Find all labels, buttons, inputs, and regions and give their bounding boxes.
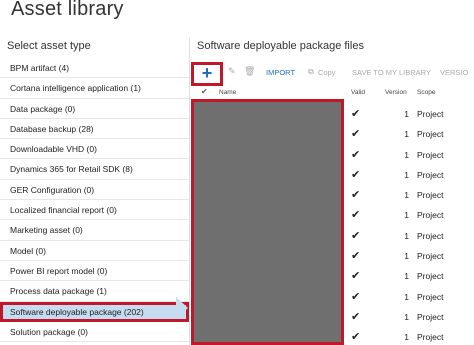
asset-type-item[interactable]: Process data package (1) [0,281,189,302]
column-header-version[interactable]: Version [385,89,407,96]
asset-type-item[interactable]: Cortana intelligence application (1) [0,78,189,99]
version-cell: 1 [404,291,409,302]
copy-icon: ⧉ [308,67,314,76]
asset-type-item[interactable]: Dynamics 365 for Retail SDK (8) [0,159,189,180]
table-row[interactable]: ✔ 1 Project [344,226,474,246]
scope-cell: Project [417,230,444,241]
version-cell: 1 [404,149,409,160]
column-header-scope[interactable]: Scope [417,89,435,96]
version-cell: 1 [404,271,409,282]
files-heading: Software deployable package files [197,40,364,52]
table-row[interactable]: ✔ 1 Project [344,145,474,165]
table-row[interactable]: ✔ 1 Project [344,185,474,205]
version-cell: 1 [404,311,409,322]
valid-check-icon: ✔ [351,148,361,161]
asset-type-item[interactable]: BPM artifact (4) [0,58,189,79]
asset-type-item[interactable]: GER Configuration (0) [0,179,189,201]
asset-type-heading: Select asset type [7,40,91,52]
scope-cell: Project [417,149,444,160]
asset-type-item[interactable]: Localized financial report (0) [0,200,189,221]
valid-check-icon: ✔ [351,270,361,283]
asset-type-list: BPM artifact (4) Cortana intelligence ap… [0,58,189,343]
column-header-valid[interactable]: Valid [351,89,365,96]
valid-check-icon: ✔ [351,331,361,344]
valid-check-icon: ✔ [351,250,361,263]
version-cell: 1 [404,190,409,201]
valid-check-icon: ✔ [351,128,361,141]
copy-button[interactable]: Copy [318,68,336,77]
table-row[interactable]: ✔ 1 Project [344,104,474,124]
scope-cell: Project [417,210,444,221]
scope-cell: Project [417,271,444,282]
valid-check-icon: ✔ [351,108,361,120]
scope-cell: Project [417,109,444,119]
asset-type-item[interactable]: Model (0) [0,240,189,261]
valid-check-icon: ✔ [351,189,361,202]
valid-check-icon: ✔ [351,229,361,242]
select-all-checkbox[interactable]: ✔ [201,87,208,96]
valid-check-icon: ✔ [351,310,361,323]
pencil-icon[interactable]: ✎ [228,66,236,77]
version-cell: 1 [404,332,409,343]
table-row[interactable]: ✔ 1 Project [344,165,474,185]
version-cell: 1 [404,169,409,180]
add-file-button[interactable]: + [191,62,223,86]
version-button[interactable]: VERSIO [440,68,468,77]
page-title: Asset library [11,0,124,20]
table-row[interactable]: ✔ 1 Project [344,287,474,307]
table-row[interactable]: ✔ 1 Project [344,327,474,345]
scope-cell: Project [417,311,444,322]
column-header-name[interactable]: Name [219,89,236,96]
table-row[interactable]: ✔ 1 Project [344,205,474,225]
version-cell: 1 [404,109,409,119]
table-row[interactable]: ✔ 1 Project [344,124,474,144]
scope-cell: Project [417,190,444,201]
valid-check-icon: ✔ [351,290,361,303]
panel-divider [189,38,190,345]
version-cell: 1 [404,129,409,140]
asset-type-item[interactable]: Solution package (0) [0,321,189,343]
version-cell: 1 [404,230,409,241]
files-toolbar: + ✎ 🗑 IMPORT ⧉ Copy SAVE TO MY LIBRARY V… [191,62,474,86]
table-row[interactable]: ✔ 1 Project [344,307,474,327]
asset-type-item[interactable]: Power BI report model (0) [0,260,189,282]
asset-type-item-selected[interactable]: Software deployable package (202) [0,301,189,322]
version-cell: 1 [404,251,409,262]
selection-pointer [176,297,188,319]
redacted-name-column [191,99,344,345]
valid-check-icon: ✔ [351,168,361,181]
scope-cell: Project [417,332,444,343]
trash-icon[interactable]: 🗑 [244,66,255,77]
scope-cell: Project [417,169,444,180]
asset-type-item[interactable]: Downloadable VHD (0) [0,139,189,160]
valid-check-icon: ✔ [351,209,361,222]
asset-type-item[interactable]: Data package (0) [0,98,189,119]
asset-type-item[interactable]: Database backup (28) [0,118,189,140]
table-row[interactable]: ✔ 1 Project [344,246,474,266]
save-to-library-button[interactable]: SAVE TO MY LIBRARY [352,68,431,77]
file-grid: ✔ 1 Project ✔ 1 Project ✔ 1 Project ✔ 1 Project ✔ 1 Pr… [344,104,474,345]
scope-cell: Project [417,129,444,140]
import-button[interactable]: IMPORT [266,68,295,77]
scope-cell: Project [417,291,444,302]
asset-type-item[interactable]: Marketing asset (0) [0,220,189,241]
table-row[interactable]: ✔ 1 Project [344,266,474,286]
scope-cell: Project [417,251,444,262]
version-cell: 1 [404,210,409,221]
